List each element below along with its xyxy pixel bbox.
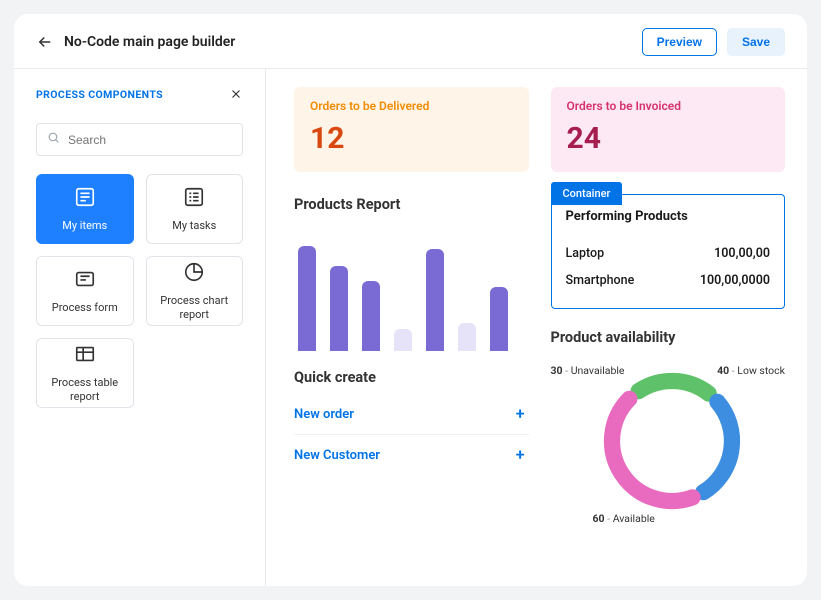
stat-value: 24 bbox=[567, 121, 770, 156]
bar bbox=[298, 246, 316, 351]
header: No-Code main page builder Preview Save bbox=[14, 14, 807, 69]
search-input[interactable] bbox=[36, 123, 243, 156]
legend-lowstock: 40 - Low stock bbox=[717, 364, 785, 377]
component-label: Process table report bbox=[43, 376, 127, 402]
chart-icon bbox=[183, 261, 205, 286]
product-name: Laptop bbox=[566, 246, 605, 261]
product-availability: Product availability 30 - Unavailable 40… bbox=[551, 329, 786, 534]
bar bbox=[394, 329, 412, 351]
search-icon bbox=[47, 131, 60, 148]
container-title: Performing Products bbox=[566, 209, 771, 224]
section-heading: Quick create bbox=[294, 369, 529, 386]
form-icon bbox=[74, 268, 96, 293]
quick-create-label: New Customer bbox=[294, 448, 380, 463]
back-icon[interactable] bbox=[36, 33, 54, 51]
component-form[interactable]: Process form bbox=[36, 256, 134, 326]
product-name: Smartphone bbox=[566, 273, 635, 288]
close-icon[interactable] bbox=[229, 87, 243, 101]
component-label: Process chart report bbox=[153, 294, 237, 320]
quick-create-item[interactable]: New order + bbox=[294, 394, 529, 435]
page-title: No-Code main page builder bbox=[64, 34, 235, 50]
section-heading: Products Report bbox=[294, 196, 529, 213]
product-value: 100,00,00 bbox=[714, 246, 770, 261]
bar bbox=[490, 287, 508, 351]
component-tasks[interactable]: My tasks bbox=[146, 174, 244, 244]
save-button[interactable]: Save bbox=[727, 28, 785, 56]
component-label: My items bbox=[62, 219, 107, 232]
table-row: Laptop 100,00,00 bbox=[566, 240, 771, 267]
donut-segment bbox=[638, 381, 708, 394]
bar bbox=[426, 249, 444, 351]
donut-segment bbox=[703, 402, 732, 492]
stat-invoiced[interactable]: Orders to be Invoiced 24 bbox=[551, 87, 786, 172]
legend-unavailable: 30 - Unavailable bbox=[551, 364, 625, 377]
plus-icon: + bbox=[516, 447, 525, 463]
table-icon bbox=[74, 343, 96, 368]
search-field[interactable] bbox=[68, 133, 232, 147]
legend-available: 60 - Available bbox=[593, 512, 655, 525]
bar bbox=[330, 266, 348, 351]
preview-button[interactable]: Preview bbox=[642, 28, 717, 56]
quick-create-item[interactable]: New Customer + bbox=[294, 435, 529, 475]
donut-segment bbox=[612, 399, 693, 501]
component-items[interactable]: My items bbox=[36, 174, 134, 244]
bar bbox=[362, 281, 380, 351]
plus-icon: + bbox=[516, 406, 525, 422]
bar-chart bbox=[294, 221, 529, 351]
tasks-icon bbox=[183, 186, 205, 211]
items-icon bbox=[74, 186, 96, 211]
component-chart[interactable]: Process chart report bbox=[146, 256, 244, 326]
component-table[interactable]: Process table report bbox=[36, 338, 134, 408]
container-badge: Container bbox=[551, 182, 623, 205]
products-report: Products Report Quick create New order+N… bbox=[294, 186, 529, 534]
section-heading: Product availability bbox=[551, 329, 786, 346]
component-label: Process form bbox=[52, 301, 118, 314]
stat-value: 12 bbox=[310, 121, 513, 156]
canvas: Orders to be Delivered 12 Orders to be I… bbox=[266, 69, 807, 586]
sidebar-heading: PROCESS COMPONENTS bbox=[36, 88, 163, 101]
component-label: My tasks bbox=[172, 219, 216, 232]
stat-title: Orders to be Delivered bbox=[310, 99, 513, 113]
bar bbox=[458, 323, 476, 351]
performing-products-container[interactable]: Container Performing Products Laptop100,… bbox=[551, 194, 786, 309]
sidebar: PROCESS COMPONENTS My items My tasks Proce… bbox=[14, 69, 266, 586]
stat-title: Orders to be Invoiced bbox=[567, 99, 770, 113]
product-value: 100,00,0000 bbox=[700, 273, 770, 288]
quick-create-label: New order bbox=[294, 407, 354, 422]
table-row: Smartphone 100,00,0000 bbox=[566, 267, 771, 294]
donut-chart bbox=[597, 366, 747, 516]
stat-delivered[interactable]: Orders to be Delivered 12 bbox=[294, 87, 529, 172]
